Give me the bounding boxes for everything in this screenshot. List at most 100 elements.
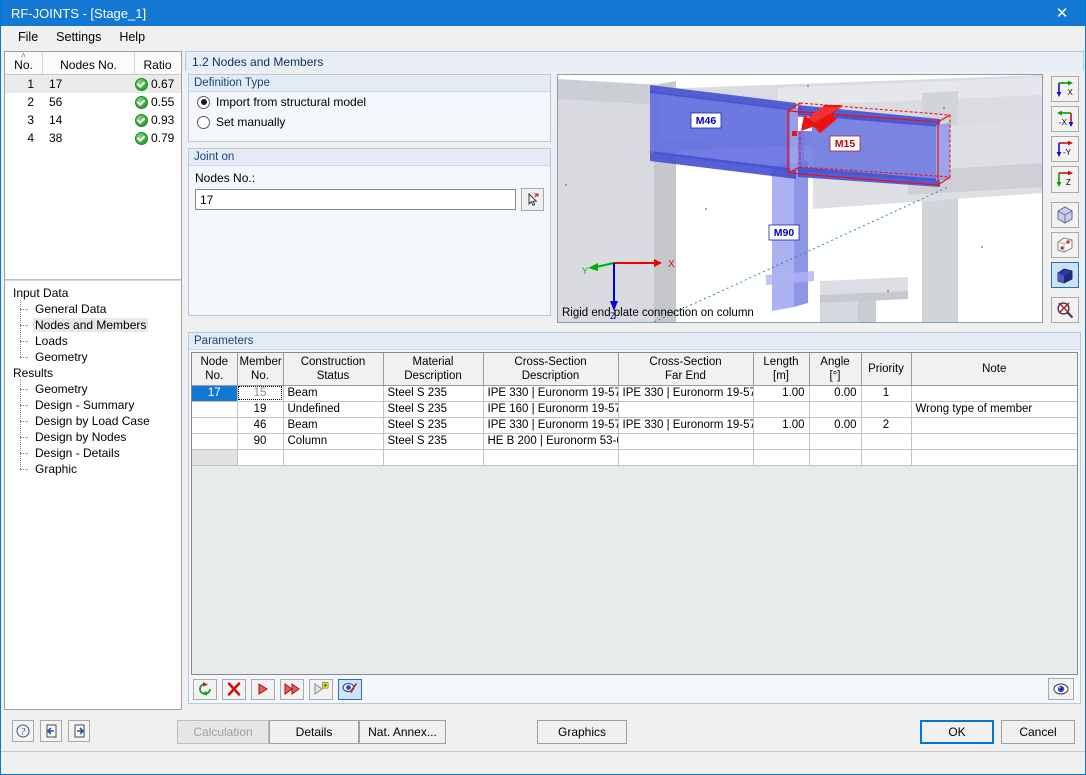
delete-row-icon[interactable] [222,679,246,700]
wireframe-model-icon[interactable] [1051,232,1079,258]
view-in-minus-y-icon[interactable]: -Y [1051,136,1079,162]
cell-node-no[interactable] [192,417,237,433]
cell-priority[interactable]: 2 [861,417,911,433]
cell-material[interactable]: Steel S 235 [383,417,483,433]
list-item[interactable]: 4 38 0.79 [5,129,181,147]
details-button[interactable]: Details [269,720,359,744]
model-viewport[interactable]: X Y Z M46 M15 [557,74,1043,323]
cell-note[interactable] [911,417,1077,433]
cell-cross-section[interactable]: IPE 330 | Euronorm 19-57 [483,385,618,401]
calculation-button[interactable]: Calculation [177,720,269,744]
cell-construction-status[interactable]: Beam [283,417,383,433]
cell-priority[interactable]: 1 [861,385,911,401]
menu-help[interactable]: Help [110,28,154,46]
nodes-no-input[interactable] [195,189,516,210]
cell-cross-section-far-end[interactable]: IPE 330 | Euronorm 19-57 [618,417,753,433]
add-row-icon[interactable] [309,679,333,700]
view-in-z-icon[interactable]: Z [1051,166,1079,192]
cell-material[interactable]: Steel S 235 [383,433,483,449]
radio-import-from-structural-model[interactable]: Import from structural model [189,92,550,112]
cell-priority[interactable] [861,401,911,417]
cell-cross-section-far-end[interactable]: IPE 330 | Euronorm 19-57 [618,385,753,401]
refresh-icon[interactable] [193,679,217,700]
tree-group-results[interactable]: Results [9,365,181,381]
cell-cross-section[interactable]: IPE 160 | Euronorm 19-57 [483,401,618,417]
table-row[interactable]: 17 15 Beam Steel S 235 IPE 330 | Euronor… [192,385,1077,401]
cell-node-no[interactable] [192,401,237,417]
ok-button[interactable]: OK [920,720,994,744]
column-header-priority[interactable]: Priority [861,353,911,385]
cell-priority[interactable] [861,433,911,449]
cell-cross-section[interactable]: HE B 200 | Euronorm 53-6 [483,433,618,449]
sidebar-item-design-by-nodes[interactable]: Design by Nodes [9,429,181,445]
sidebar-item-graphic[interactable]: Graphic [9,461,181,477]
table-row[interactable]: 90 Column Steel S 235 HE B 200 | Euronor… [192,433,1077,449]
column-header-note[interactable]: Note [911,353,1077,385]
close-icon[interactable]: ✕ [1039,0,1085,26]
view-in-x-icon[interactable]: X [1051,76,1079,102]
column-header-nodes-no[interactable]: Nodes No. [43,52,135,74]
cell-node-no[interactable] [192,433,237,449]
sidebar-item-design-by-load-case[interactable]: Design by Load Case [9,413,181,429]
list-item[interactable]: 3 14 0.93 [5,111,181,129]
column-header-node-no[interactable]: Node No. [192,353,237,385]
column-header-cross-section-far-end[interactable]: Cross-Section Far End [618,353,753,385]
sidebar-item-geometry-input[interactable]: Geometry [9,349,181,365]
cancel-button[interactable]: Cancel [1001,720,1075,744]
cell-member-no[interactable]: 90 [237,433,283,449]
edit-selection-icon[interactable] [338,679,362,700]
column-header-member-no[interactable]: Member No. [237,353,283,385]
cell-length[interactable] [753,433,809,449]
cell-member-no[interactable]: 19 [237,401,283,417]
column-header-construction-status[interactable]: Construction Status [283,353,383,385]
national-annex-button[interactable]: Nat. Annex... [359,720,446,744]
cell-note[interactable]: Wrong type of member [911,401,1077,417]
cell-construction-status[interactable]: Undefined [283,401,383,417]
sidebar-item-loads[interactable]: Loads [9,333,181,349]
cell-note[interactable] [911,385,1077,401]
sidebar-item-design-summary[interactable]: Design - Summary [9,397,181,413]
tree-group-input-data[interactable]: Input Data [9,285,181,301]
pick-node-icon[interactable] [521,188,544,211]
column-header-material-description[interactable]: Material Description [383,353,483,385]
column-header-cross-section-description[interactable]: Cross-Section Description [483,353,618,385]
column-header-no[interactable]: ˄ No. [5,52,43,74]
column-header-angle[interactable]: Angle [°] [809,353,861,385]
table-row[interactable]: 46 Beam Steel S 235 IPE 330 | Euronorm 1… [192,417,1077,433]
cell-angle[interactable]: 0.00 [809,385,861,401]
list-item[interactable]: 1 17 0.67 [5,75,181,93]
cell-length[interactable]: 1.00 [753,417,809,433]
radio-set-manually[interactable]: Set manually [189,112,550,132]
sidebar-item-design-details[interactable]: Design - Details [9,445,181,461]
cell-note[interactable] [911,433,1077,449]
cell-node-no[interactable]: 17 [192,385,237,401]
cell-cross-section-far-end[interactable] [618,401,753,417]
menu-settings[interactable]: Settings [47,28,110,46]
column-header-length[interactable]: Length [m] [753,353,809,385]
menu-file[interactable]: File [9,28,47,46]
cell-construction-status[interactable]: Beam [283,385,383,401]
cell-material[interactable]: Steel S 235 [383,401,483,417]
cell-length[interactable] [753,401,809,417]
graphics-button[interactable]: Graphics [537,720,627,744]
cell-construction-status[interactable]: Column [283,433,383,449]
solid-model-icon[interactable] [1051,262,1079,288]
sidebar-item-results-geometry[interactable]: Geometry [9,381,181,397]
cell-cross-section-far-end[interactable] [618,433,753,449]
sidebar-item-general-data[interactable]: General Data [9,301,181,317]
sidebar-item-nodes-and-members[interactable]: Nodes and Members [9,317,181,333]
cell-cross-section[interactable]: IPE 330 | Euronorm 19-57 [483,417,618,433]
cell-material[interactable]: Steel S 235 [383,385,483,401]
eye-icon[interactable] [1048,678,1074,700]
isometric-view-icon[interactable] [1051,202,1079,228]
parameters-table-wrapper[interactable]: Node No. Member No. Construction Status [191,352,1078,675]
column-header-ratio[interactable]: Ratio [135,52,180,74]
cell-length[interactable]: 1.00 [753,385,809,401]
view-in-minus-x-icon[interactable]: -X [1051,106,1079,132]
table-empty-area[interactable] [192,449,1077,465]
cell-angle[interactable] [809,401,861,417]
cell-angle[interactable] [809,433,861,449]
table-row[interactable]: 19 Undefined Steel S 235 IPE 160 | Euron… [192,401,1077,417]
fast-forward-icon[interactable] [280,679,304,700]
cell-member-no[interactable]: 15 [237,385,283,401]
